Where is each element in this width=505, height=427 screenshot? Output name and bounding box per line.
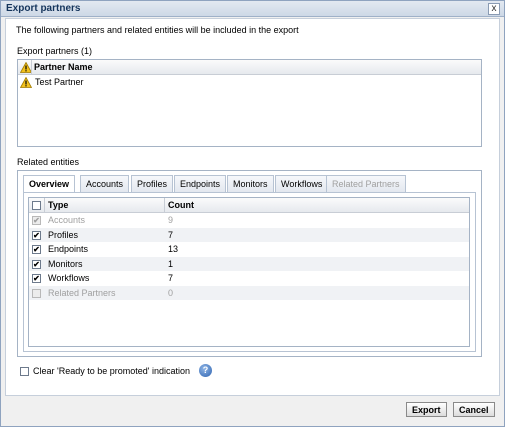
close-icon: x: [491, 3, 497, 14]
entities-grid: Type Count ✔ Accounts 9 ✔ Profiles 7 ✔ E…: [28, 197, 470, 347]
export-button[interactable]: Export: [406, 402, 447, 417]
type-cell: Related Partners: [48, 287, 116, 298]
column-divider: [31, 60, 32, 75]
partner-name: Test Partner: [35, 77, 84, 87]
row-checkbox: [32, 288, 41, 298]
table-row: Related Partners 0: [29, 285, 469, 300]
type-column-header[interactable]: Type: [48, 200, 68, 210]
table-row[interactable]: ✔ Profiles 7: [29, 227, 469, 242]
intro-text: The following partners and related entit…: [16, 25, 299, 35]
row-checkbox[interactable]: ✔: [32, 245, 41, 254]
count-column-header[interactable]: Count: [168, 200, 194, 210]
count-cell: 7: [168, 229, 174, 240]
cancel-button[interactable]: Cancel: [453, 402, 495, 417]
clear-promoted-label[interactable]: Clear 'Ready to be promoted' indication: [33, 366, 190, 376]
partners-list: Partner Name Test Partner: [17, 59, 482, 147]
tab-overview[interactable]: Overview: [23, 175, 76, 193]
clear-promoted-checkbox[interactable]: [20, 367, 29, 376]
warning-icon: [20, 77, 32, 88]
partner-name-column-header[interactable]: Partner Name: [34, 62, 93, 72]
partners-header: Partner Name: [18, 60, 481, 75]
table-row[interactable]: ✔ Workflows 7: [29, 271, 469, 286]
type-cell: Monitors: [48, 258, 83, 269]
table-row[interactable]: ✔ Endpoints 13: [29, 242, 469, 257]
table-row[interactable]: ✔ Accounts 9: [29, 213, 469, 228]
tab-monitors[interactable]: Monitors: [227, 175, 274, 192]
tab-endpoints[interactable]: Endpoints: [174, 175, 227, 192]
type-cell: Accounts: [48, 215, 86, 225]
overview-panel: Type Count ✔ Accounts 9 ✔ Profiles 7 ✔ E…: [23, 192, 476, 352]
count-cell: 0: [168, 287, 174, 298]
dialog-content: The following partners and related entit…: [5, 18, 500, 396]
tab-related-partners: Related Partners: [326, 175, 406, 192]
export-partners-dialog: Export partners x The following partners…: [0, 0, 505, 427]
export-partners-label: Export partners (1): [17, 46, 93, 56]
partner-row[interactable]: Test Partner: [18, 75, 481, 89]
dialog-title: Export partners: [6, 3, 81, 14]
related-entities-panel: Overview Accounts Profiles Endpoints Mon…: [17, 170, 482, 357]
row-checkbox[interactable]: ✔: [32, 259, 41, 269]
column-divider: [164, 198, 165, 213]
grid-header: Type Count: [29, 198, 469, 213]
type-cell: Profiles: [48, 229, 79, 240]
close-button[interactable]: x: [488, 3, 500, 15]
tab-workflows[interactable]: Workflows: [275, 175, 329, 192]
select-all-checkbox[interactable]: [32, 201, 41, 210]
count-cell: 9: [168, 215, 174, 225]
table-row[interactable]: ✔ Monitors 1: [29, 256, 469, 271]
dialog-titlebar: Export partners x: [1, 1, 504, 17]
count-cell: 1: [168, 258, 174, 269]
help-icon[interactable]: ?: [199, 364, 212, 377]
related-entities-label: Related entities: [17, 157, 80, 167]
row-checkbox[interactable]: ✔: [32, 230, 41, 240]
row-checkbox[interactable]: ✔: [32, 274, 41, 283]
tab-accounts[interactable]: Accounts: [80, 175, 130, 192]
type-cell: Workflows: [48, 273, 90, 283]
count-cell: 7: [168, 273, 174, 283]
column-divider: [44, 198, 45, 213]
tab-profiles[interactable]: Profiles: [131, 175, 174, 192]
row-checkbox: ✔: [32, 216, 41, 225]
count-cell: 13: [168, 244, 179, 254]
type-cell: Endpoints: [48, 244, 89, 254]
